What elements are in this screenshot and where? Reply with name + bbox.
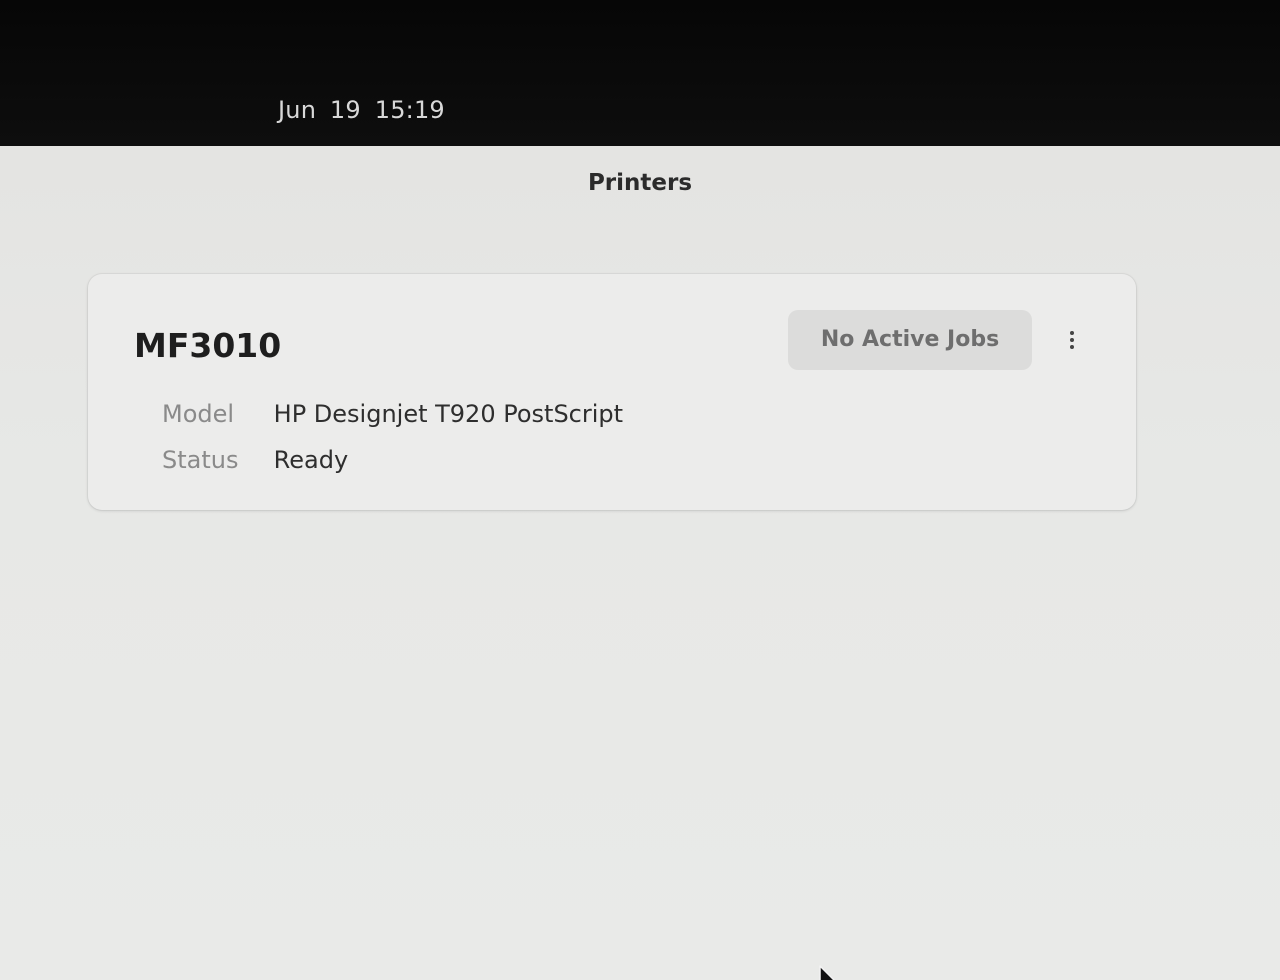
model-label: Model [162,400,235,428]
status-label: Status [162,446,239,474]
top-bar: Jun 19 15:19 [0,0,1280,146]
window-title: Printers [587,170,693,196]
status-value: Ready [273,446,349,474]
menu-dot [1070,338,1074,342]
no-active-jobs-button[interactable]: No Active Jobs [788,310,1032,370]
printer-name: MF3010 [134,326,282,365]
menu-dot [1070,345,1074,349]
model-row: Model HP Designjet T920 PostScript [162,400,623,428]
clock[interactable]: Jun 19 15:19 [278,96,445,124]
model-value: HP Designjet T920 PostScript [273,400,624,428]
status-row: Status Ready [162,446,348,474]
menu-dot [1070,331,1074,335]
printers-window: Printers MF3010 No Active Jobs Model HP … [0,146,1280,980]
printer-card: MF3010 No Active Jobs Model HP Designjet… [88,274,1136,510]
mouse-pointer-icon [819,965,836,980]
screen: Jun 19 15:19 Printers MF3010 No Active J… [0,0,1280,980]
clock-time: 15:19 [374,96,445,124]
clock-date: Jun 19 [278,96,361,124]
vertical-ellipsis-icon[interactable] [1054,316,1090,364]
